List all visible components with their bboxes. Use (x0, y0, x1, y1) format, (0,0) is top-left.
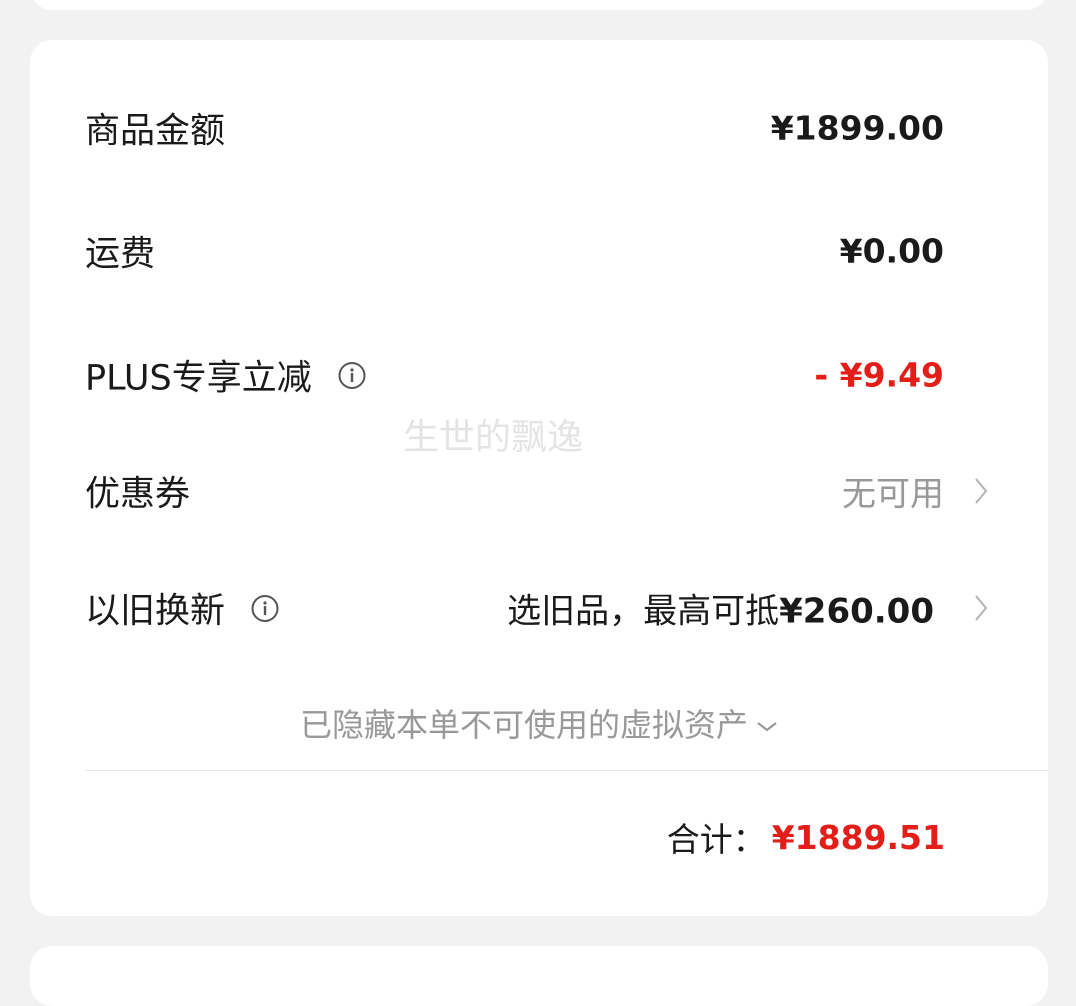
trade-in-value-prefix: 选旧品，最高可抵 (507, 591, 780, 632)
goods-amount-value: ¥1899.00 (770, 108, 944, 148)
info-icon[interactable] (251, 594, 279, 622)
plus-discount-row: PLUS专享立减 - ¥9.49 (85, 345, 989, 405)
total-label: 合计： (666, 820, 766, 859)
divider (85, 770, 1048, 771)
plus-discount-label-wrap: PLUS专享立减 (85, 350, 366, 401)
trade-in-row[interactable]: 以旧换新 选旧品，最高可抵¥260.00 (85, 578, 989, 638)
total-row: 合计： ¥1889.51 (667, 812, 945, 862)
goods-amount-row: 商品金额 ¥1899.00 (85, 98, 989, 158)
shipping-label: 运费 (85, 234, 156, 275)
shipping-row: 运费 ¥0.00 (85, 221, 989, 281)
coupon-value: 无可用 (842, 474, 944, 515)
shipping-value: ¥0.00 (839, 231, 944, 271)
trade-in-label: 以旧换新 (85, 591, 226, 632)
coupon-label: 优惠券 (85, 474, 191, 515)
trade-in-label-wrap: 以旧换新 (85, 583, 279, 634)
total-value: ¥1889.51 (771, 817, 945, 857)
chevron-right-icon (975, 478, 988, 504)
coupon-row[interactable]: 优惠券 无可用 (85, 461, 989, 521)
plus-discount-value: - ¥9.49 (814, 355, 944, 395)
watermark: 生世的飘逸 (403, 417, 584, 458)
next-card (30, 946, 1048, 1006)
chevron-down-icon (757, 722, 777, 732)
hidden-assets-text: 已隐藏本单不可使用的虚拟资产 (299, 706, 748, 744)
trade-in-value: 选旧品，最高可抵¥260.00 (507, 584, 934, 633)
goods-amount-label: 商品金额 (85, 111, 226, 152)
previous-card (30, 0, 1048, 10)
plus-discount-label: PLUS专享立减 (85, 358, 312, 399)
trade-in-value-amount: ¥260.00 (779, 591, 934, 632)
order-summary-card: 商品金额 ¥1899.00 运费 ¥0.00 PLUS专享立减 - ¥9.49 … (30, 40, 1048, 916)
chevron-right-icon (975, 595, 988, 621)
hidden-assets-toggle[interactable]: 已隐藏本单不可使用的虚拟资产 (30, 700, 1048, 750)
info-icon[interactable] (338, 361, 366, 389)
